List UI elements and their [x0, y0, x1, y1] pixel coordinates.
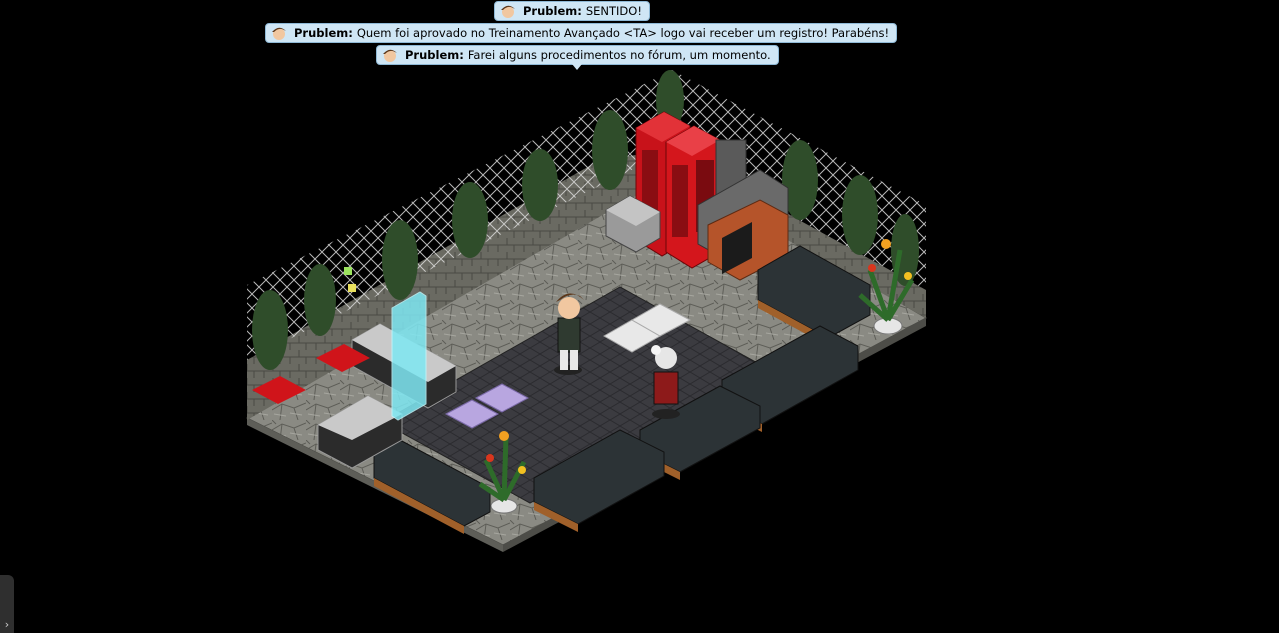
- avatar-head-icon: [272, 27, 286, 40]
- chat-text: SENTIDO!: [585, 4, 642, 18]
- glass-teleport-door[interactable]: [391, 291, 427, 421]
- chevron-right-icon: ›: [4, 618, 10, 631]
- isometric-room[interactable]: [0, 0, 1279, 633]
- chat-text: Farei alguns procedimentos no fórum, um …: [467, 48, 771, 62]
- chat-username: Prublem:: [523, 4, 582, 18]
- panel-toggle-button[interactable]: ›: [0, 575, 14, 633]
- chat-bubble[interactable]: Prublem: SENTIDO!: [494, 1, 650, 21]
- chat-bubbles: Prublem: SENTIDO! Prublem: Quem foi apro…: [0, 0, 1279, 70]
- avatar-head-icon: [383, 49, 397, 62]
- avatar-head-icon: [501, 5, 515, 18]
- chat-username: Prublem:: [294, 26, 353, 40]
- chat-bubble[interactable]: Prublem: Quem foi aprovado no Treinament…: [265, 23, 898, 43]
- chat-text: Quem foi aprovado no Treinamento Avançad…: [356, 26, 890, 40]
- bubble-pointer: [572, 64, 583, 70]
- chat-bubble[interactable]: Prublem: Farei alguns procedimentos no f…: [376, 45, 779, 70]
- chat-username: Prublem:: [405, 48, 464, 62]
